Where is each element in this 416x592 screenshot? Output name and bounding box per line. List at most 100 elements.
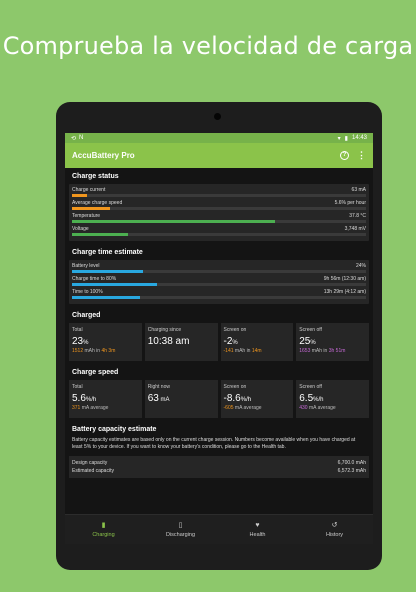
charge-time-fill (72, 283, 158, 286)
capacity-row: Estimated capacity 6,572.3 mAh (72, 467, 366, 475)
capacity-description: Battery capacity estimates are based onl… (72, 437, 356, 450)
charge-status-row: Temperature 37.8 °C (72, 213, 366, 223)
status-time: 14:43 (351, 135, 367, 141)
charge-status-row: Voltage 3,748 mV (72, 226, 366, 236)
charge-speed-tile-value: 63 mA (147, 393, 170, 404)
n-icon: N (79, 134, 84, 141)
charged-tile-sub-text: mAh in (83, 348, 102, 354)
battery-charging-icon: ▮ (101, 521, 106, 529)
charged-tile-sub-text: mAh in (233, 348, 252, 354)
charge-speed-tile-value: 6.5%/h (299, 393, 324, 404)
charge-status-track (72, 233, 366, 236)
charged-tile-sub: 1653 mAh in 3h 51m (299, 348, 366, 354)
charge-time-value: 13h 29m (4:12 am) (323, 289, 366, 295)
charge-time-row: Time to 100% 13h 29m (4:12 am) (72, 289, 366, 299)
sync-icon: ⟲ (71, 135, 77, 142)
charge-time-title: Charge time estimate (72, 249, 143, 256)
bottom-navigation: ▮ Charging ▯ Discharging ♥ Health ↺ History (65, 514, 373, 544)
charge-status-card: Charge current 63 mA Average charge speed 5… (69, 184, 369, 241)
charge-status-value: 5.6% per hour (334, 200, 366, 206)
charge-speed-tile-value: 5.6%/h (72, 393, 97, 404)
charged-tile-sub: -141 mAh in 14m (224, 348, 291, 354)
main-content: Charge status Charge current 63 mA Average… (65, 168, 373, 478)
charge-speed-tile-sub: 430 mA average (299, 405, 366, 411)
charge-speed-tile: Right now 63 mA (144, 380, 218, 418)
charge-speed-tile-unit: %/h (85, 397, 97, 403)
heart-icon: ♥ (255, 521, 260, 529)
charge-time-row: Charge time to 80% 9h 56m (12:30 am) (72, 276, 366, 286)
charge-speed-tile-label: Screen off (299, 384, 322, 390)
charge-speed-tile-sub-text: mA average (233, 405, 262, 411)
charge-status-label: Charge current (72, 187, 106, 193)
charge-status-fill (72, 207, 111, 210)
charge-status-fill (72, 194, 87, 197)
charged-tile-sub-value: 1512 (72, 348, 84, 354)
charge-speed-tile-label: Total (72, 384, 83, 390)
charge-status-track (72, 220, 366, 223)
charge-status-track (72, 207, 366, 210)
charge-time-row-header: Charge time to 80% 9h 56m (12:30 am) (72, 276, 366, 283)
capacity-row: Design capacity 6,700.0 mAh (72, 459, 366, 467)
charged-tile: Screen off 25% 1653 mAh in 3h 51m (296, 323, 369, 361)
nav-item-history[interactable]: ↺ History (296, 515, 373, 544)
nav-label: Health (249, 531, 266, 538)
charged-tile: Total 23% 1512 mAh in 4h 3m (69, 323, 142, 361)
charged-tile-label: Screen on (223, 327, 247, 333)
charged-tile: Screen on -2% -141 mAh in 14m (220, 323, 294, 361)
charge-speed-tile-sub-text: mA average (80, 405, 109, 411)
help-icon[interactable]: ? (340, 151, 349, 160)
charge-time-row-header: Battery level 24% (72, 263, 366, 270)
overflow-menu-icon[interactable]: ⋮ (357, 150, 366, 161)
tablet-frame: ⟲ N ▾ ▮ 14:43 AccuBattery Pro ? ⋮ Charge… (56, 102, 382, 570)
charge-status-fill (72, 233, 128, 236)
charged-tile-unit: % (310, 340, 316, 346)
charge-status-row: Average charge speed 5.6% per hour (72, 200, 366, 210)
charged-tile-label: Charging since (147, 327, 182, 333)
capacity-card: Design capacity 6,700.0 mAh Estimated capa… (69, 456, 369, 478)
charge-time-label: Battery level (72, 263, 100, 269)
nav-item-discharging[interactable]: ▯ Discharging (142, 515, 219, 544)
charged-tile-value: -2% (223, 336, 238, 347)
charged-tile-label: Total (72, 327, 83, 333)
charged-tile-sub: 1512 mAh in 4h 3m (72, 348, 139, 354)
app-title: AccuBattery Pro (72, 151, 135, 160)
charge-status-label: Voltage (72, 226, 89, 232)
charge-status-value: 37.8 °C (349, 213, 366, 219)
charge-time-label: Time to 100% (72, 289, 103, 295)
charged-tile-value: 23% (72, 336, 89, 347)
charged-tile-sub-value: 1653 (299, 348, 311, 354)
capacity-label: Design capacity (72, 460, 108, 466)
status-bar: ⟲ N ▾ ▮ 14:43 (65, 133, 373, 143)
charge-speed-tile-label: Right now (147, 384, 170, 390)
charge-speed-tile-sub-value: -605 (223, 405, 234, 411)
charge-status-row: Charge current 63 mA (72, 187, 366, 197)
charge-status-row-header: Charge current 63 mA (72, 187, 366, 194)
charged-tile-sub-value: -141 (223, 348, 234, 354)
charge-speed-tile-unit: %/h (240, 397, 252, 403)
charge-status-row-header: Voltage 3,748 mV (72, 226, 366, 233)
nav-item-health[interactable]: ♥ Health (219, 515, 296, 544)
history-icon: ↺ (331, 521, 338, 529)
charged-tile-sub-text: mAh in (310, 348, 329, 354)
battery-icon: ▯ (178, 521, 183, 529)
charged-tile-unit: % (83, 340, 89, 346)
capacity-value: 6,700.0 mAh (337, 460, 366, 466)
charge-time-fill (72, 296, 140, 299)
charge-status-track (72, 194, 366, 197)
charge-speed-title: Charge speed (72, 369, 119, 376)
charge-time-value: 24% (355, 263, 366, 269)
charge-speed-tiles: Total 5.6%/h 371 mA average Right now 63 mA S… (69, 380, 369, 418)
charge-time-track (72, 296, 366, 299)
headline: Comprueba la velocidad de carga (2, 32, 414, 60)
charge-time-track (72, 270, 366, 273)
charged-tile-value: 25% (299, 336, 316, 347)
charge-status-fill (72, 220, 275, 223)
charge-speed-tile-unit: mA (158, 397, 170, 403)
charged-tiles: Total 23% 1512 mAh in 4h 3m Charging since 1… (69, 323, 369, 361)
camera-dot (214, 113, 221, 120)
charge-speed-tile: Total 5.6%/h 371 mA average (69, 380, 142, 418)
nav-item-charging[interactable]: ▮ Charging (65, 515, 142, 544)
charged-tile-value: 10:38 am (147, 336, 190, 347)
capacity-title: Battery capacity estimate (72, 426, 157, 433)
charge-time-row: Battery level 24% (72, 263, 366, 273)
